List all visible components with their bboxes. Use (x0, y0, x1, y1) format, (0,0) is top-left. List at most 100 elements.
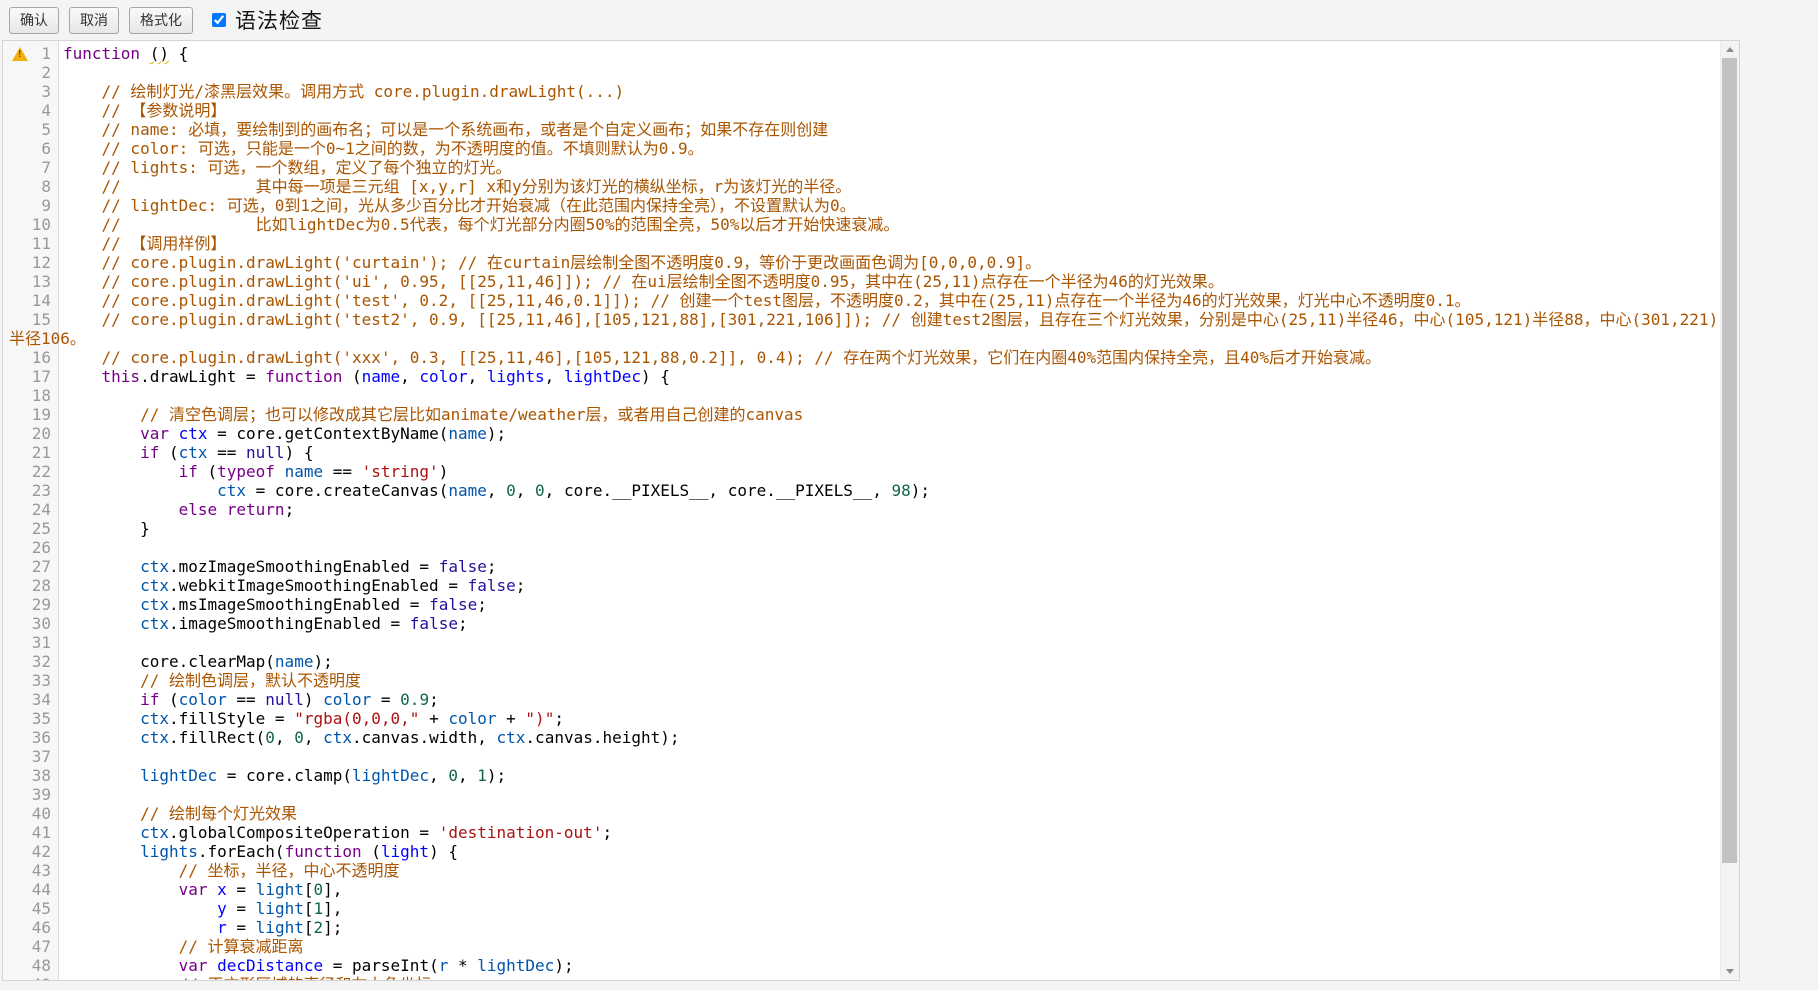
code-token: lightDec (140, 766, 217, 785)
code-line[interactable]: 22 if (typeof name == 'string') (3, 462, 1720, 481)
code-token (140, 44, 150, 63)
code-line[interactable]: 38 lightDec = core.clamp(lightDec, 0, 1)… (3, 766, 1720, 785)
code-line[interactable]: 4 // 【参数说明】 (3, 101, 1720, 120)
code-line[interactable]: 17 this.drawLight = function (name, colo… (3, 367, 1720, 386)
code-line[interactable]: 8 // 其中每一项是三元组 [x,y,r] x和y分别为该灯光的横纵坐标，r为… (3, 177, 1720, 196)
code-token: // core.plugin.drawLight('curtain'); // … (63, 253, 1041, 272)
code-line[interactable]: 26 (3, 538, 1720, 557)
code-token: // core.plugin.drawLight('test2', 0.9, [… (63, 310, 1718, 329)
code-token: // 坐标，半径，中心不透明度 (63, 861, 400, 880)
code-area[interactable]: 1function () {23 // 绘制灯光/漆黑层效果。调用方式 core… (3, 41, 1720, 980)
code-token: 0.9 (400, 690, 429, 709)
code-line[interactable]: 21 if (ctx == null) { (3, 443, 1720, 462)
line-number: 18 (9, 386, 63, 405)
code-line[interactable]: 5 // name: 必填，要绘制到的画布名；可以是一个系统画布，或者是个自定义… (3, 120, 1720, 139)
code-line[interactable]: 13 // core.plugin.drawLight('ui', 0.95, … (3, 272, 1720, 291)
code-line[interactable]: 7 // lights: 可选，一个数组，定义了每个独立的灯光。 (3, 158, 1720, 177)
code-token: // 计算衰减距离 (63, 937, 304, 956)
code-token (63, 766, 140, 785)
scrollbar-thumb[interactable] (1722, 58, 1737, 863)
code-line[interactable]: 25 } (3, 519, 1720, 538)
code-token: ); (487, 424, 506, 443)
code-token: .globalCompositeOperation = (169, 823, 439, 842)
format-button[interactable]: 格式化 (129, 7, 193, 34)
code-line[interactable]: 41 ctx.globalCompositeOperation = 'desti… (3, 823, 1720, 842)
code-token: == (227, 690, 266, 709)
code-token (63, 462, 179, 481)
code-line[interactable]: 33 // 绘制色调层，默认不透明度 (3, 671, 1720, 690)
code-line[interactable]: 19 // 清空色调层；也可以修改成其它层比如animate/weather层，… (3, 405, 1720, 424)
code-line[interactable]: 48 var decDistance = parseInt(r * lightD… (3, 956, 1720, 975)
code-token: lightDec (352, 766, 429, 785)
code-line[interactable]: 23 ctx = core.createCanvas(name, 0, 0, c… (3, 481, 1720, 500)
code-token: , (545, 367, 564, 386)
code-token: ( (362, 842, 381, 861)
code-token (63, 823, 140, 842)
code-line[interactable]: 27 ctx.mozImageSmoothingEnabled = false; (3, 557, 1720, 576)
code-token: ctx (140, 728, 169, 747)
code-line[interactable]: 12 // core.plugin.drawLight('curtain'); … (3, 253, 1720, 272)
code-line[interactable]: 42 lights.forEach(function (light) { (3, 842, 1720, 861)
code-line[interactable]: 14 // core.plugin.drawLight('test', 0.2,… (3, 291, 1720, 310)
code-line[interactable]: 45 y = light[1], (3, 899, 1720, 918)
code-line[interactable]: 6 // color: 可选，只能是一个0~1之间的数，为不透明度的值。不填则默… (3, 139, 1720, 158)
code-token: ctx (140, 823, 169, 842)
scroll-up-button[interactable] (1721, 41, 1739, 58)
line-number: 43 (9, 861, 63, 880)
code-line[interactable]: 49 // 正方形区域的直径和左上角坐标 (3, 975, 1720, 980)
code-line[interactable]: 46 r = light[2]; (3, 918, 1720, 937)
syntax-check-checkbox[interactable] (212, 13, 226, 27)
code-token (63, 728, 140, 747)
code-line[interactable]: 24 else return; (3, 500, 1720, 519)
code-token: ctx (323, 728, 352, 747)
code-line[interactable]: 37 (3, 747, 1720, 766)
code-token: // core.plugin.drawLight('test', 0.2, [[… (63, 291, 1471, 310)
code-token: function (285, 842, 362, 861)
code-line[interactable]: 10 // 比如lightDec为0.5代表，每个灯光部分内圈50%的范围全亮，… (3, 215, 1720, 234)
code-token (217, 500, 227, 519)
code-line[interactable]: 35 ctx.fillStyle = "rgba(0,0,0," + color… (3, 709, 1720, 728)
code-token: if (179, 462, 198, 481)
code-token: ]; (323, 918, 342, 937)
code-line[interactable]: 2 (3, 63, 1720, 82)
line-number: 7 (9, 158, 63, 177)
code-line[interactable]: 1function () { (3, 44, 1720, 63)
code-line[interactable]: 39 (3, 785, 1720, 804)
code-token: false (410, 614, 458, 633)
code-line[interactable]: 11 // 【调用样例】 (3, 234, 1720, 253)
code-token: ) (304, 690, 323, 709)
code-line[interactable]: 28 ctx.webkitImageSmoothingEnabled = fal… (3, 576, 1720, 595)
code-line[interactable]: 20 var ctx = core.getContextByName(name)… (3, 424, 1720, 443)
code-token: color (323, 690, 371, 709)
code-token: = core.clamp( (217, 766, 352, 785)
code-line[interactable]: 18 (3, 386, 1720, 405)
code-line[interactable]: 32 core.clearMap(name); (3, 652, 1720, 671)
code-token: r (217, 918, 227, 937)
code-token: core.clearMap( (63, 652, 275, 671)
code-line[interactable]: 43 // 坐标，半径，中心不透明度 (3, 861, 1720, 880)
confirm-button[interactable]: 确认 (9, 7, 59, 34)
line-number: 10 (9, 215, 63, 234)
code-line[interactable]: 30 ctx.imageSmoothingEnabled = false; (3, 614, 1720, 633)
code-editor[interactable]: 1function () {23 // 绘制灯光/漆黑层效果。调用方式 core… (2, 40, 1740, 981)
vertical-scrollbar[interactable] (1720, 41, 1739, 980)
code-line[interactable]: 29 ctx.msImageSmoothingEnabled = false; (3, 595, 1720, 614)
code-token: lightDec (564, 367, 641, 386)
code-line[interactable]: 40 // 绘制每个灯光效果 (3, 804, 1720, 823)
code-token (63, 690, 140, 709)
line-number: 3 (9, 82, 63, 101)
code-line[interactable]: 15 // core.plugin.drawLight('test2', 0.9… (3, 310, 1720, 329)
code-line[interactable]: 9 // lightDec: 可选，0到1之间，光从多少百分比才开始衰减（在此范… (3, 196, 1720, 215)
code-line[interactable]: 36 ctx.fillRect(0, 0, ctx.canvas.width, … (3, 728, 1720, 747)
code-line[interactable]: 3 // 绘制灯光/漆黑层效果。调用方式 core.plugin.drawLig… (3, 82, 1720, 101)
code-line[interactable]: 44 var x = light[0], (3, 880, 1720, 899)
code-line[interactable]: 半径106。 (3, 329, 1720, 348)
code-token: .imageSmoothingEnabled = (169, 614, 410, 633)
code-line[interactable]: 47 // 计算衰减距离 (3, 937, 1720, 956)
cancel-button[interactable]: 取消 (69, 7, 119, 34)
code-line[interactable]: 31 (3, 633, 1720, 652)
line-number: 15 (9, 310, 63, 329)
scroll-down-button[interactable] (1721, 963, 1739, 980)
code-line[interactable]: 34 if (color == null) color = 0.9; (3, 690, 1720, 709)
code-line[interactable]: 16 // core.plugin.drawLight('xxx', 0.3, … (3, 348, 1720, 367)
